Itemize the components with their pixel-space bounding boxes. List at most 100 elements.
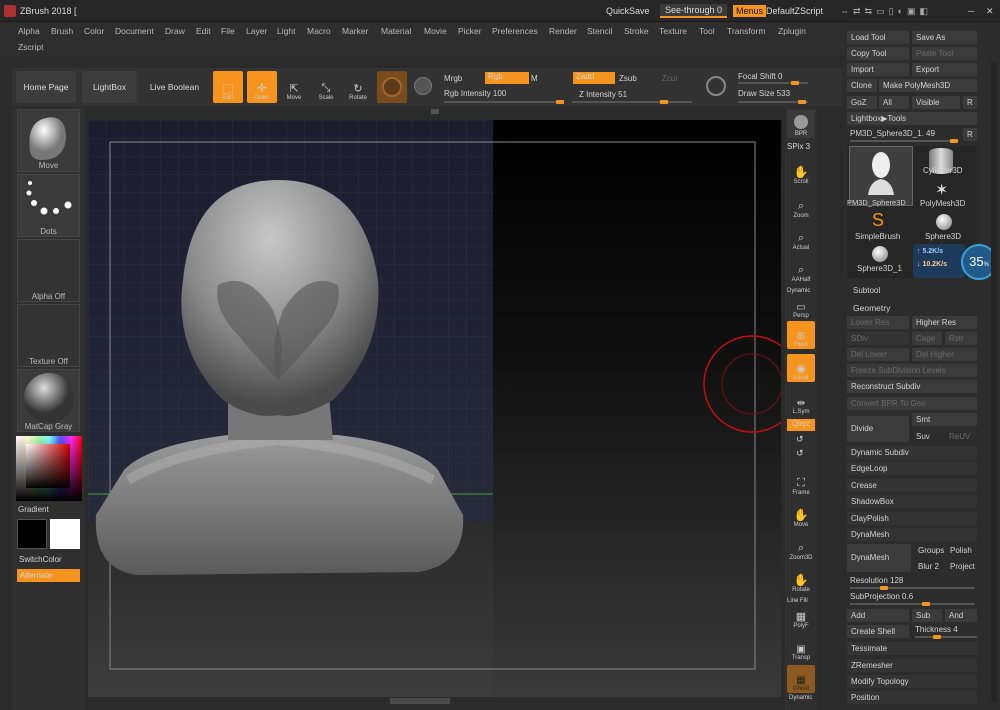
zsub-button[interactable]: Zsub xyxy=(619,74,637,83)
shadowbox-section[interactable]: ShadowBox xyxy=(847,495,977,508)
color-picker[interactable] xyxy=(16,436,82,501)
menu-stroke[interactable]: Stroke xyxy=(624,26,649,36)
z-intensity-handle[interactable] xyxy=(660,100,668,104)
groups-toggle[interactable]: Groups xyxy=(914,544,944,557)
goz-button[interactable]: GoZ xyxy=(847,96,877,109)
m-button[interactable]: M xyxy=(531,74,538,83)
freeze-subdiv-button[interactable]: Freeze SubDivision Levels xyxy=(847,364,977,377)
rstr-button[interactable]: Rstr xyxy=(945,332,977,345)
palette-scrollbar[interactable] xyxy=(991,62,997,702)
mrgb-button[interactable]: Mrgb xyxy=(444,74,462,83)
frame-button[interactable]: ⛶ Frame xyxy=(787,469,815,497)
menu-alpha[interactable]: Alpha xyxy=(18,26,40,36)
canvas-scroll-handle[interactable] xyxy=(390,698,450,704)
menu-light[interactable]: Light xyxy=(277,26,295,36)
menu-draw[interactable]: Draw xyxy=(165,26,185,36)
rotate-view-button[interactable]: ✋ Rotate xyxy=(787,566,815,594)
menu-preferences[interactable]: Preferences xyxy=(492,26,538,36)
persp-button[interactable]: ▭ Persp xyxy=(787,292,815,320)
visible-button[interactable]: Visible xyxy=(912,96,960,109)
menu-layer[interactable]: Layer xyxy=(246,26,267,36)
export-button[interactable]: Export xyxy=(912,63,977,76)
z-intensity-slider[interactable]: Z Intensity 51 xyxy=(579,90,627,99)
tool-r-button[interactable]: R xyxy=(963,128,977,141)
menus-button[interactable]: Menus xyxy=(733,5,767,17)
create-shell-button[interactable]: Create Shell xyxy=(847,625,909,638)
draw-size-slider[interactable]: Draw Size 533 xyxy=(738,89,790,98)
zadd-button[interactable]: Zadd xyxy=(573,72,615,84)
rgb-button[interactable]: Rgb xyxy=(485,72,529,84)
see-through-slider[interactable]: See-through 0 xyxy=(660,4,728,18)
zremesher-section[interactable]: ZRemesher xyxy=(847,659,977,672)
resolution-handle[interactable] xyxy=(880,586,888,590)
load-tool-button[interactable]: Load Tool xyxy=(847,31,909,44)
lightbox-button[interactable]: LightBox xyxy=(82,71,137,103)
r-button[interactable]: R xyxy=(963,96,977,109)
gradient-label[interactable]: Gradient xyxy=(18,505,49,514)
actual-button[interactable]: ⌕ Actual xyxy=(787,224,815,252)
thickness-handle[interactable] xyxy=(933,635,941,639)
draw-mode-button[interactable]: ✛ Draw xyxy=(247,71,277,103)
dynamic-subdiv-section[interactable]: Dynamic Subdiv xyxy=(847,446,977,459)
home-page-button[interactable]: Home Page xyxy=(16,71,76,103)
draw-size-handle[interactable] xyxy=(798,100,806,104)
dynamesh-button[interactable]: DynaMesh xyxy=(847,544,911,572)
dynamesh-section-header[interactable]: DynaMesh xyxy=(847,528,977,541)
quicksave-button[interactable]: QuickSave xyxy=(606,6,650,16)
clone-button[interactable]: Clone xyxy=(847,79,877,92)
switch-color-button[interactable]: SwitchColor xyxy=(19,555,62,564)
xyz-button[interactable]: Qxyz xyxy=(787,419,815,431)
menu-zscript[interactable]: Zscript xyxy=(18,42,44,52)
move-view-button[interactable]: ✋ Move xyxy=(787,501,815,529)
divide-button[interactable]: Divide xyxy=(847,416,909,442)
zoom3d-button[interactable]: ⌕ Zoom3D xyxy=(787,534,815,562)
menu-marker[interactable]: Marker xyxy=(342,26,368,36)
scale-mode-button[interactable]: ⤡ Scale xyxy=(311,71,341,103)
sphere3d-1-thumb-icon[interactable] xyxy=(872,246,888,262)
document-canvas[interactable] xyxy=(88,120,781,697)
add-button[interactable]: Add xyxy=(847,609,909,622)
color-picker-icon[interactable] xyxy=(414,77,432,95)
menu-file[interactable]: File xyxy=(221,26,235,36)
reconstruct-subdiv-button[interactable]: Reconstruct Subdiv xyxy=(847,380,977,393)
transp-button[interactable]: ▣ Transp xyxy=(787,634,815,662)
subtool-header[interactable]: Subtool xyxy=(853,286,880,295)
menu-stencil[interactable]: Stencil xyxy=(587,26,613,36)
focal-shift-handle[interactable] xyxy=(791,81,799,85)
lightbox-tools-button[interactable]: Lightbox▶Tools xyxy=(847,112,977,125)
make-polymesh-button[interactable]: Make PolyMesh3D xyxy=(879,79,977,92)
menu-document[interactable]: Document xyxy=(115,26,154,36)
rotate-y-icon[interactable]: ↺ xyxy=(796,448,804,459)
menu-picker[interactable]: Picker xyxy=(458,26,482,36)
material-swatch-button[interactable] xyxy=(377,71,407,103)
copy-tool-button[interactable]: Copy Tool xyxy=(847,47,909,60)
zcut-button[interactable]: Zcut xyxy=(662,74,678,83)
menu-tool[interactable]: Tool xyxy=(699,26,715,36)
menu-zplugin[interactable]: Zplugin xyxy=(778,26,806,36)
claypolish-section[interactable]: ClayPolish xyxy=(847,512,977,525)
scroll-button[interactable]: ✋ Scroll xyxy=(787,158,815,186)
tessimate-section[interactable]: Tessimate xyxy=(847,642,977,655)
move-mode-button[interactable]: ⇱ Move xyxy=(279,71,309,103)
polymesh-star-icon[interactable]: ✶ xyxy=(935,180,948,200)
del-lower-button[interactable]: Del Lower xyxy=(847,348,909,361)
menu-material[interactable]: Material xyxy=(381,26,411,36)
rotate-mode-button[interactable]: ↻ Rotate xyxy=(343,71,373,103)
cage-button[interactable]: Cage xyxy=(912,332,942,345)
floor-button[interactable]: ⊞ Floor xyxy=(787,321,815,349)
ghost-button[interactable]: ▦ Ghost xyxy=(787,665,815,693)
rgb-intensity-handle[interactable] xyxy=(556,100,564,104)
save-as-button[interactable]: Save As xyxy=(912,31,977,44)
main-color-swatch[interactable] xyxy=(50,519,80,549)
sub-button[interactable]: Sub xyxy=(912,609,942,622)
reuv-button[interactable]: ReUV xyxy=(945,430,977,443)
edgeloop-section[interactable]: EdgeLoop xyxy=(847,462,977,475)
geometry-header[interactable]: Geometry xyxy=(853,303,890,313)
sculptris-pro-icon[interactable] xyxy=(706,76,726,96)
close-icon[interactable]: ✕ xyxy=(986,6,994,17)
polish-toggle[interactable]: Polish xyxy=(946,544,977,557)
resolution-slider[interactable]: Resolution 128 xyxy=(850,576,903,585)
paste-tool-button[interactable]: Paste Tool xyxy=(912,47,977,60)
subprojection-slider[interactable]: SubProjection 0.6 xyxy=(850,592,913,601)
menu-transform[interactable]: Transform xyxy=(727,26,765,36)
